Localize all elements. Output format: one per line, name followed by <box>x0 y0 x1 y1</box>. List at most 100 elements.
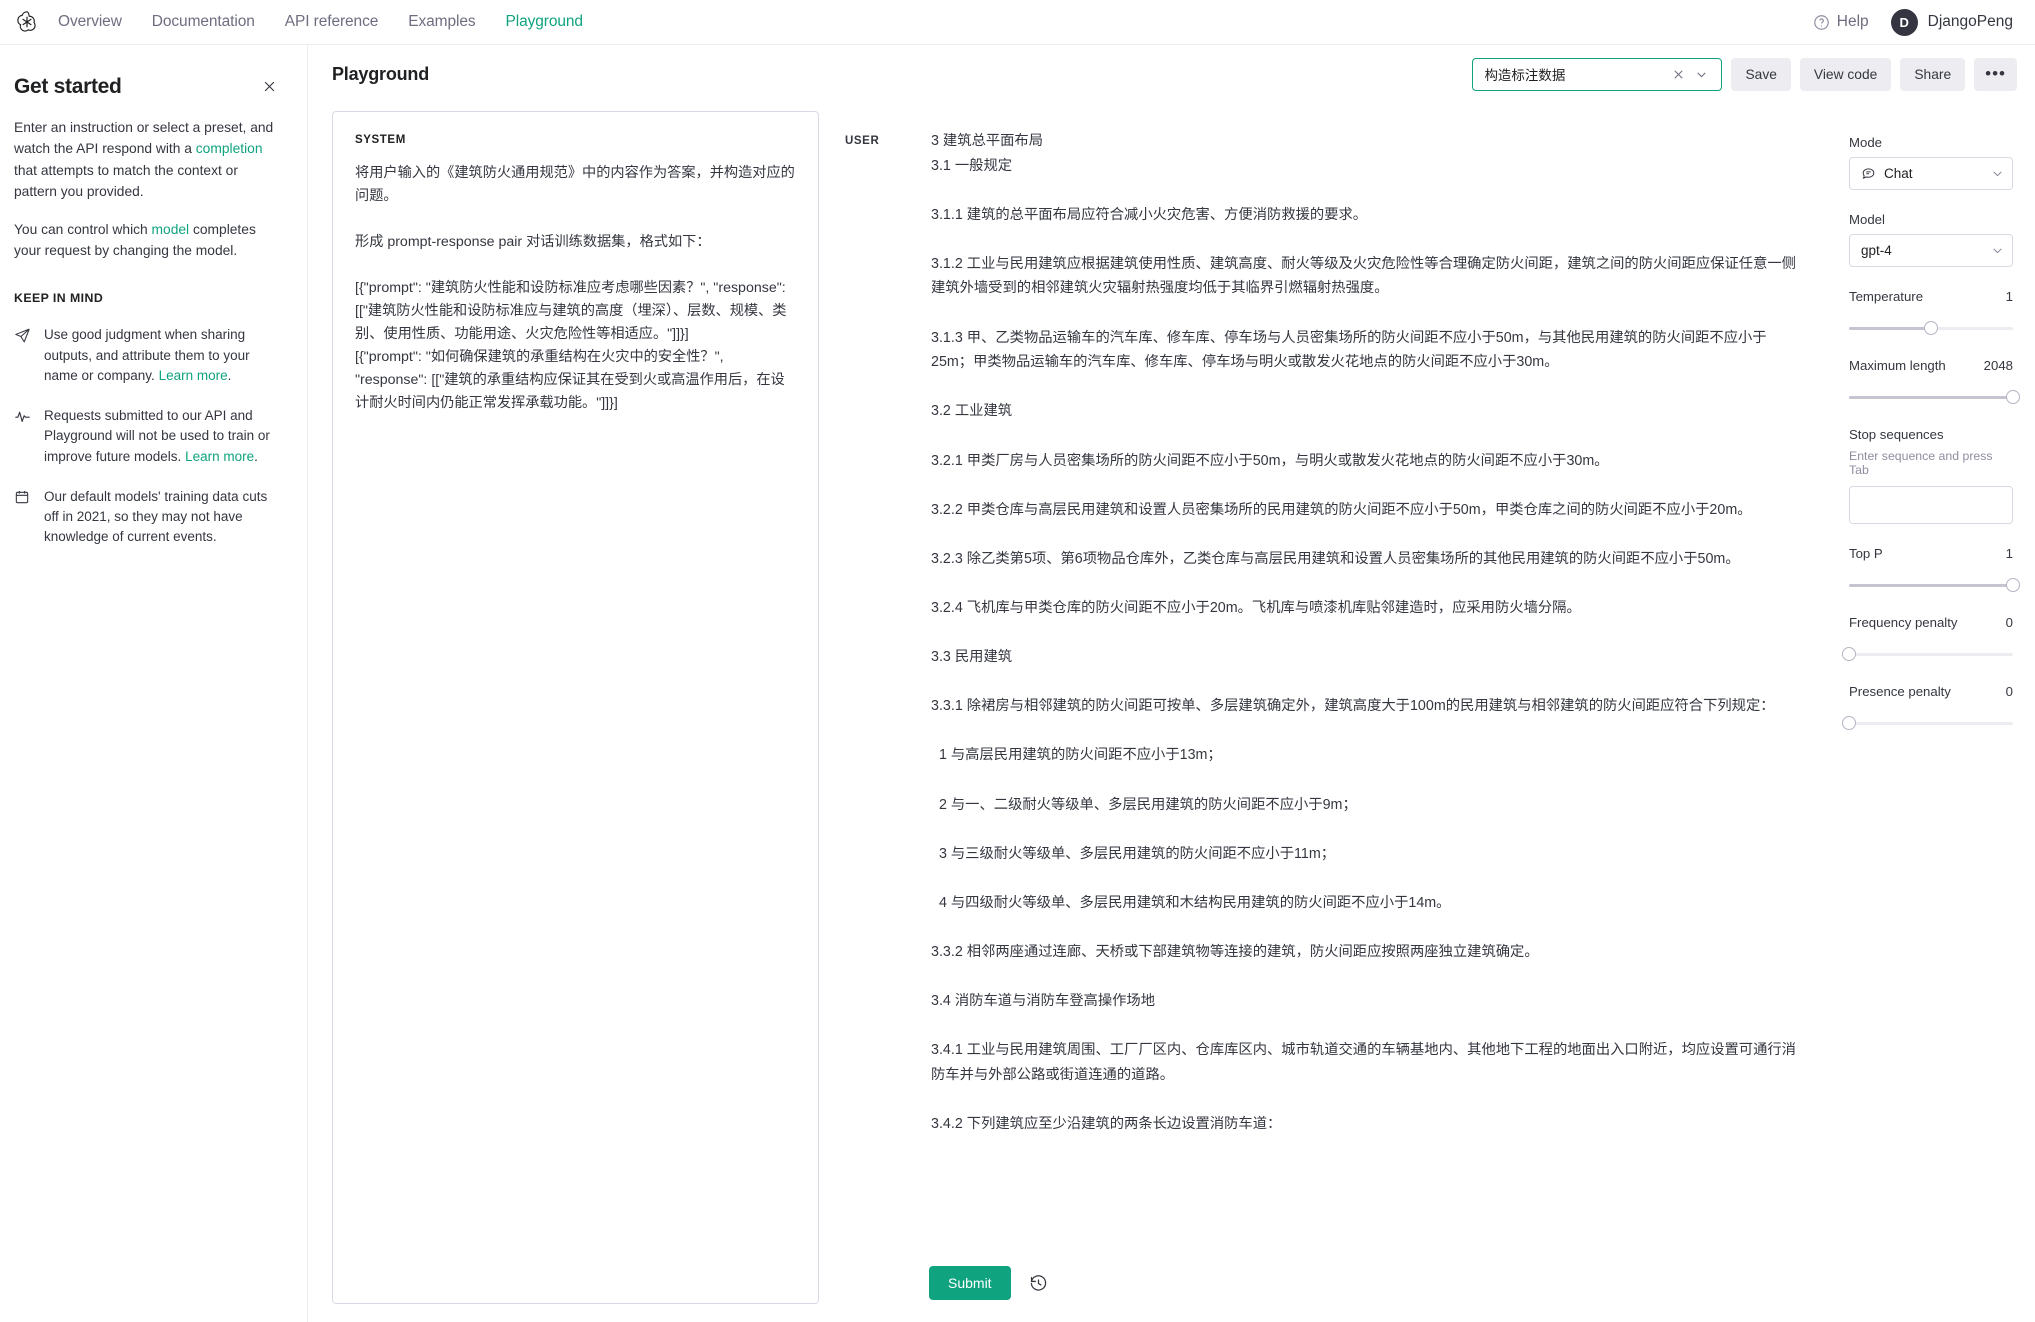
maximum-length-slider[interactable] <box>1849 389 2013 405</box>
tip-training-cutoff: Our default models' training data cuts o… <box>14 487 281 548</box>
slider-thumb[interactable] <box>1842 716 1856 730</box>
chevron-down-icon[interactable] <box>1690 66 1713 83</box>
system-label: SYSTEM <box>355 134 796 146</box>
question-circle-icon <box>1813 14 1830 31</box>
stop-sequences-hint: Enter sequence and press Tab <box>1849 449 2013 477</box>
slider-thumb[interactable] <box>1924 321 1938 335</box>
frequency-penalty-slider[interactable] <box>1849 646 2013 662</box>
model-value: gpt-4 <box>1861 243 1892 258</box>
sidebar-header: Get started <box>14 75 281 99</box>
system-column: SYSTEM 将用户输入的《建筑防火通用规范》中的内容作为答案，并构造对应的问题… <box>332 103 819 1322</box>
model-select[interactable]: gpt-4 <box>1849 234 2013 267</box>
tip-training-cutoff-text: Our default models' training data cuts o… <box>44 487 281 548</box>
page-body: Get started Enter an instruction or sele… <box>0 45 2035 1322</box>
preset-select[interactable]: 构造标注数据 <box>1472 58 1722 91</box>
avatar: D <box>1891 9 1918 36</box>
tip2-text-b: . <box>254 449 258 464</box>
slider-track <box>1849 653 2013 656</box>
calendar-icon <box>14 487 31 548</box>
more-options-button[interactable]: ••• <box>1974 58 2017 91</box>
view-code-button[interactable]: View code <box>1800 58 1891 91</box>
nav-link-api-reference[interactable]: API reference <box>285 13 378 31</box>
model-link[interactable]: model <box>152 222 190 237</box>
page-title: Playground <box>332 64 429 85</box>
nav-link-examples[interactable]: Examples <box>408 13 475 31</box>
openai-logo-icon <box>14 9 40 35</box>
submit-button[interactable]: Submit <box>929 1266 1011 1300</box>
slider-thumb[interactable] <box>1842 647 1856 661</box>
top-p-label: Top P <box>1849 546 1883 561</box>
system-message-text[interactable]: 将用户输入的《建筑防火通用规范》中的内容作为答案，并构造对应的问题。 形成 pr… <box>355 162 796 415</box>
share-button[interactable]: Share <box>1900 58 1965 91</box>
stop-sequences-label: Stop sequences <box>1849 427 2013 442</box>
paper-plane-icon <box>14 325 31 386</box>
slider-track <box>1849 722 2013 725</box>
submit-row: Submit <box>819 1254 1827 1322</box>
presence-penalty-label: Presence penalty <box>1849 684 1951 699</box>
sidebar-p1-text-b: that attempts to match the context or pa… <box>14 163 238 199</box>
maximum-length-group: Maximum length 2048 <box>1849 358 2013 405</box>
temperature-group: Temperature 1 <box>1849 289 2013 336</box>
learn-more-link-2[interactable]: Learn more <box>185 449 254 464</box>
completion-link[interactable]: completion <box>196 141 263 156</box>
get-started-sidebar: Get started Enter an instruction or sele… <box>0 45 308 1322</box>
tip-sharing-outputs: Use good judgment when sharing outputs, … <box>14 325 281 386</box>
chat-bubble-icon <box>1861 165 1876 183</box>
user-column: USER 3 建筑总平面布局 3.1 一般规定 3.1.1 建筑的总平面布局应符… <box>819 103 1827 1322</box>
nav-link-overview[interactable]: Overview <box>58 13 122 31</box>
preset-clear-icon[interactable] <box>1667 66 1690 83</box>
stop-sequences-input[interactable] <box>1849 486 2013 524</box>
keep-in-mind-heading: KEEP IN MIND <box>14 291 281 305</box>
top-p-value: 1 <box>2006 546 2013 561</box>
chevron-down-icon[interactable] <box>1991 167 2004 180</box>
model-label: Model <box>1849 212 2013 227</box>
tip-training-policy-text: Requests submitted to our API and Playgr… <box>44 406 281 467</box>
playground-main: Playground 构造标注数据 Save <box>308 45 2035 1322</box>
temperature-label: Temperature <box>1849 289 1923 304</box>
frequency-penalty-label: Frequency penalty <box>1849 615 1958 630</box>
sidebar-paragraph-2: You can control which model completes yo… <box>14 219 281 262</box>
slider-thumb[interactable] <box>2006 390 2020 404</box>
presence-penalty-slider[interactable] <box>1849 715 2013 731</box>
history-clock-icon[interactable] <box>1029 1274 1048 1293</box>
top-navigation-bar: Overview Documentation API reference Exa… <box>0 0 2035 45</box>
presence-penalty-group: Presence penalty 0 <box>1849 684 2013 731</box>
playground-toolbar: Playground 构造标注数据 Save <box>308 45 2035 103</box>
top-p-slider[interactable] <box>1849 577 2013 593</box>
frequency-penalty-value: 0 <box>2006 615 2013 630</box>
tip-training-policy: Requests submitted to our API and Playgr… <box>14 406 281 467</box>
close-icon[interactable] <box>258 75 281 98</box>
save-button[interactable]: Save <box>1731 58 1790 91</box>
mode-label: Mode <box>1849 135 2013 150</box>
mode-group: Mode Chat <box>1849 135 2013 190</box>
mode-select[interactable]: Chat <box>1849 157 2013 190</box>
system-message-box[interactable]: SYSTEM 将用户输入的《建筑防火通用规范》中的内容作为答案，并构造对应的问题… <box>332 111 819 1304</box>
nav-links: Overview Documentation API reference Exa… <box>58 13 583 31</box>
nav-right-group: Help D DjangoPeng <box>1813 9 2013 36</box>
preset-value: 构造标注数据 <box>1484 64 1667 84</box>
user-label: USER <box>845 129 931 1254</box>
learn-more-link-1[interactable]: Learn more <box>159 368 228 383</box>
temperature-slider[interactable] <box>1849 320 2013 336</box>
user-name: DjangoPeng <box>1928 13 2013 31</box>
tip1-text-b: . <box>228 368 232 383</box>
chevron-down-icon[interactable] <box>1991 244 2004 257</box>
temperature-value: 1 <box>2006 289 2013 304</box>
activity-pulse-icon <box>14 406 31 467</box>
editor-area: SYSTEM 将用户输入的《建筑防火通用规范》中的内容作为答案，并构造对应的问题… <box>308 103 2035 1322</box>
help-button[interactable]: Help <box>1813 13 1869 31</box>
maximum-length-label: Maximum length <box>1849 358 1946 373</box>
stop-sequences-group: Stop sequences Enter sequence and press … <box>1849 427 2013 524</box>
top-p-group: Top P 1 <box>1849 546 2013 593</box>
nav-link-documentation[interactable]: Documentation <box>152 13 255 31</box>
slider-fill <box>1849 584 2013 587</box>
user-message-row: USER 3 建筑总平面布局 3.1 一般规定 3.1.1 建筑的总平面布局应符… <box>819 111 1827 1254</box>
parameters-panel: Mode Chat <box>1827 103 2035 1322</box>
user-menu[interactable]: D DjangoPeng <box>1891 9 2013 36</box>
tip-sharing-outputs-text: Use good judgment when sharing outputs, … <box>44 325 281 386</box>
presence-penalty-value: 0 <box>2006 684 2013 699</box>
slider-thumb[interactable] <box>2006 578 2020 592</box>
nav-link-playground[interactable]: Playground <box>506 13 583 31</box>
sidebar-paragraph-1: Enter an instruction or select a preset,… <box>14 117 281 203</box>
user-message-text[interactable]: 3 建筑总平面布局 3.1 一般规定 3.1.1 建筑的总平面布局应符合减小火灾… <box>931 129 1797 1254</box>
